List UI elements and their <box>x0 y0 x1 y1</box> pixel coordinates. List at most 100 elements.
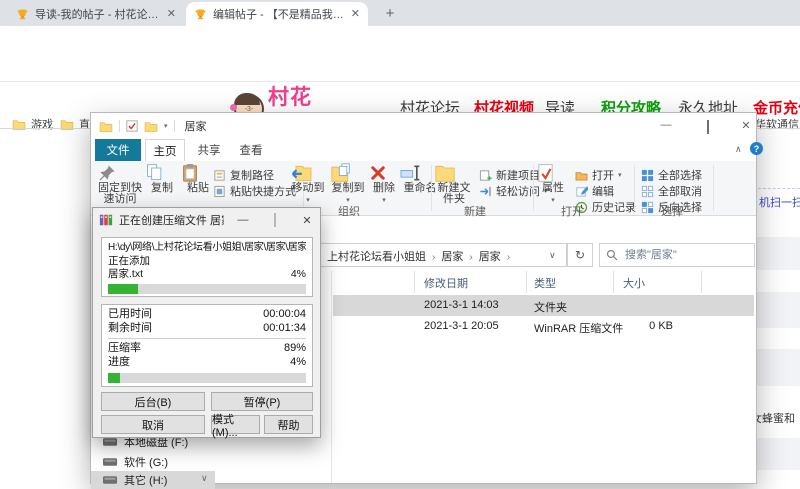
paste-shortcut-button[interactable]: 粘贴快捷方式 <box>213 183 296 199</box>
copy-button[interactable]: 复制 <box>145 163 179 194</box>
new-tab-button[interactable]: + <box>380 4 400 24</box>
tab-title: 编辑帖子 - 【不是精品我不发】 <box>213 6 345 22</box>
properties-check-icon[interactable] <box>126 120 138 132</box>
search-icon <box>606 249 618 261</box>
sidebar-item-drive-g[interactable]: 软件 (G:) <box>91 453 215 471</box>
divider <box>119 120 120 132</box>
tab-share[interactable]: 共享 <box>189 139 229 161</box>
select-all-button[interactable]: 全部选择 <box>641 167 702 183</box>
edit-button[interactable]: 编辑 <box>575 183 614 199</box>
breadcrumb-item[interactable]: 居家 <box>441 251 463 263</box>
paste-button[interactable]: 粘贴 <box>181 163 215 194</box>
file-row[interactable]: 2021-3-1 20:05 WinRAR 压缩文件 0 KB <box>333 316 754 337</box>
search-box[interactable] <box>599 243 755 267</box>
tab-close-icon[interactable]: ✕ <box>351 9 360 20</box>
background-button[interactable]: 后台(B) <box>101 392 205 411</box>
copy-to-button[interactable]: 复制到▾ <box>329 163 367 206</box>
browser-tab-1[interactable]: 导读-我的帖子 - 村花论坛 - ✕ <box>8 2 184 26</box>
pause-button[interactable]: 暂停(P) <box>211 392 313 411</box>
mode-button[interactable]: 模式(M)... <box>211 415 260 434</box>
browser-toolbar: ← → ↻ https://www.cunhua.guru/forum.php?… <box>0 26 800 55</box>
select-none-button[interactable]: 全部取消 <box>641 183 702 199</box>
copy-path-button[interactable]: 复制路径 <box>213 167 274 183</box>
disk-icon <box>103 437 118 447</box>
new-folder-icon <box>433 163 475 183</box>
move-to-button[interactable]: 移动到▾ <box>289 163 327 206</box>
sidebar-scroll-down-icon[interactable]: ∨ <box>201 473 208 484</box>
help-button[interactable]: 帮助 <box>264 415 313 434</box>
properties-button[interactable]: 属性▾ <box>537 163 569 206</box>
paste-shortcut-icon <box>213 185 226 198</box>
bookmark-item[interactable]: 游戏 <box>12 116 53 132</box>
disk-icon <box>103 457 118 467</box>
tab-close-icon[interactable]: ✕ <box>167 9 176 20</box>
new-folder-qat-icon[interactable] <box>144 121 158 132</box>
divider <box>713 165 714 211</box>
refresh-address-icon[interactable]: ↻ <box>567 243 593 267</box>
elapsed-label: 已用时间 <box>108 308 152 322</box>
select-all-icon <box>641 169 654 182</box>
site-nav-recharge[interactable]: 金币充值 <box>753 97 800 118</box>
winrar-titlebar[interactable]: 正在创建压缩文件 居家... — ✕ <box>93 208 320 232</box>
pin-icon <box>97 163 143 183</box>
tab-view[interactable]: 查看 <box>231 139 271 161</box>
new-folder-button[interactable]: 新建文件夹 <box>433 163 475 205</box>
site-favicon-trophy-icon <box>16 8 29 21</box>
pin-to-quick-access-button[interactable]: 固定到快速访问 <box>97 163 143 205</box>
minimize-button[interactable]: — <box>652 119 680 131</box>
divider <box>108 338 306 339</box>
address-dropdown-icon[interactable]: ∨ <box>549 250 556 261</box>
delete-button[interactable]: 删除▾ <box>369 163 399 206</box>
open-button[interactable]: 打开▾ <box>575 167 622 183</box>
current-file-percent: 4% <box>291 268 306 282</box>
sidebar-item-drive-h[interactable]: 其它 (H:) <box>91 471 215 489</box>
close-button[interactable]: ✕ <box>294 214 320 227</box>
progress-label: 进度 <box>108 356 130 370</box>
file-date: 2021-3-1 14:03 <box>424 299 499 311</box>
copy-icon <box>145 163 179 183</box>
delete-x-icon <box>369 163 399 183</box>
page-row-stripe <box>757 237 800 270</box>
browser-tab-2[interactable]: 编辑帖子 - 【不是精品我不发】 ✕ <box>186 2 368 26</box>
file-row-selected[interactable]: 2021-3-1 14:03 文件夹 <box>333 295 754 316</box>
collapse-ribbon-icon[interactable]: ∧ <box>735 144 742 155</box>
site-favicon-trophy-icon <box>194 8 207 21</box>
page-row-stripe <box>757 292 800 328</box>
group-label-select: 选择 <box>637 203 707 219</box>
column-header-date[interactable]: 修改日期 <box>424 275 468 291</box>
maximize-button[interactable] <box>694 121 722 133</box>
bookmarks-bar: 游戏 直播平台 电影 新建文件夹 K 首页-昆明电力交易... 佛跳墙 网才 国… <box>0 55 800 82</box>
elapsed-value: 00:00:04 <box>263 308 306 322</box>
divider <box>431 165 432 211</box>
tab-home[interactable]: 主页 <box>145 139 185 161</box>
open-icon <box>575 170 588 181</box>
help-icon[interactable]: ? <box>750 142 763 155</box>
remaining-label: 剩余时间 <box>108 322 152 336</box>
search-input[interactable] <box>623 248 742 262</box>
breadcrumb-item[interactable]: 居家 <box>479 251 501 263</box>
winrar-books-icon <box>99 213 113 227</box>
breadcrumb-item[interactable]: 上村花论坛看小姐姐 <box>327 251 426 263</box>
folder-icon <box>99 121 113 132</box>
divider <box>174 120 175 132</box>
group-label-new: 新建 <box>435 203 515 219</box>
winrar-stats-panel: 已用时间00:00:04 剩余时间00:01:34 压缩率89% 进度4% <box>101 304 313 387</box>
minimize-button[interactable]: — <box>230 214 256 226</box>
qat-dropdown-icon[interactable]: ▾ <box>164 122 168 130</box>
scan-qr-link[interactable]: 机扫一扫 <box>759 194 800 210</box>
divider <box>634 165 635 211</box>
column-header-size[interactable]: 大小 <box>623 275 645 291</box>
page-row-stripe <box>757 349 800 386</box>
column-header-type[interactable]: 类型 <box>534 275 556 291</box>
thread-title-fragment[interactable]: 女蜂蜜和 <box>751 410 795 426</box>
file-type: WinRAR 压缩文件 <box>534 320 623 336</box>
maximize-button[interactable] <box>262 214 288 226</box>
close-button[interactable]: ✕ <box>732 119 760 132</box>
total-progress-bar <box>108 373 306 383</box>
cancel-button[interactable]: 取消 <box>101 415 205 434</box>
tab-file[interactable]: 文件 <box>95 139 141 161</box>
explorer-window-title: 居家 <box>185 118 207 134</box>
progress-value: 4% <box>290 356 306 370</box>
current-file: 居家.txt <box>108 268 143 282</box>
edit-pencil-icon <box>575 185 588 198</box>
